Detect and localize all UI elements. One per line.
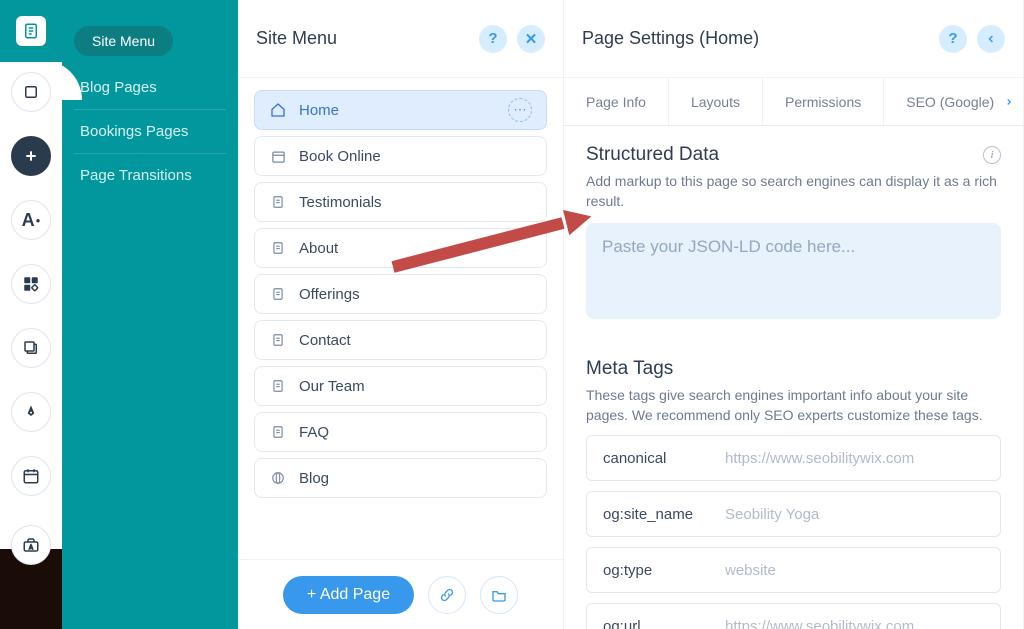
- page-item-book-online[interactable]: Book Online: [254, 136, 547, 176]
- page-item-label: Blog: [299, 470, 329, 487]
- side-menu-link-bookings-pages[interactable]: Bookings Pages: [74, 110, 226, 154]
- svg-text:A: A: [29, 545, 33, 551]
- pages-icon: [16, 16, 46, 46]
- page-item-label: Book Online: [299, 148, 381, 165]
- info-icon[interactable]: i: [983, 146, 1001, 164]
- meta-key: og:site_name: [603, 506, 703, 523]
- side-menu-link-page-transitions[interactable]: Page Transitions: [74, 154, 226, 197]
- folder-tool-icon[interactable]: [480, 576, 518, 614]
- structured-data-title: Structured Data: [586, 144, 719, 166]
- page-settings-panel: Page Settings (Home) ? Page Info Layouts…: [564, 0, 1024, 629]
- meta-val: https://www.seobilitywix.com: [725, 618, 914, 629]
- json-ld-input[interactable]: [586, 223, 1001, 319]
- page-icon: [269, 423, 287, 441]
- page-item-blog[interactable]: Blog: [254, 458, 547, 498]
- home-icon: [269, 101, 287, 119]
- page-item-testimonials[interactable]: Testimonials: [254, 182, 547, 222]
- site-menu-panel: Site Menu ? ✕ Home ⋯ Book Online Testimo…: [238, 0, 564, 629]
- help-button[interactable]: ?: [479, 25, 507, 53]
- meta-key: og:type: [603, 562, 703, 579]
- meta-key: og:url: [603, 618, 703, 629]
- page-item-label: Offerings: [299, 286, 360, 303]
- page-item-label: Our Team: [299, 378, 365, 395]
- calendar-icon: [269, 147, 287, 165]
- structured-data-desc: Add markup to this page so search engine…: [586, 172, 1001, 211]
- side-menu: Site Menu Blog Pages Bookings Pages Page…: [62, 0, 238, 629]
- page-list: Home ⋯ Book Online Testimonials About: [238, 78, 563, 510]
- rail-section-icon[interactable]: [11, 72, 51, 112]
- rail-briefcase-icon[interactable]: A: [11, 525, 51, 565]
- back-button[interactable]: [977, 25, 1005, 53]
- page-item-home[interactable]: Home ⋯: [254, 90, 547, 130]
- page-item-options-icon[interactable]: ⋯: [508, 98, 532, 122]
- page-item-label: About: [299, 240, 338, 257]
- page-icon: [269, 377, 287, 395]
- side-menu-link-blog-pages[interactable]: Blog Pages: [74, 66, 226, 110]
- page-icon: [269, 285, 287, 303]
- rail-active-app[interactable]: [0, 0, 62, 62]
- page-item-our-team[interactable]: Our Team: [254, 366, 547, 406]
- meta-row-og-url[interactable]: og:url https://www.seobilitywix.com: [586, 603, 1001, 629]
- meta-val: https://www.seobilitywix.com: [725, 450, 914, 467]
- add-page-button[interactable]: + Add Page: [283, 576, 414, 614]
- settings-body: Structured Data i Add markup to this pag…: [564, 126, 1023, 629]
- link-tool-icon[interactable]: [428, 576, 466, 614]
- tab-layouts[interactable]: Layouts: [668, 78, 762, 125]
- icon-rail: A● A: [0, 0, 62, 629]
- page-settings-title: Page Settings (Home): [582, 28, 759, 49]
- meta-tags-title: Meta Tags: [586, 358, 1001, 380]
- meta-val: website: [725, 562, 776, 579]
- page-item-label: FAQ: [299, 424, 329, 441]
- link-icon: [269, 469, 287, 487]
- page-item-faq[interactable]: FAQ: [254, 412, 547, 452]
- rail-calendar-icon[interactable]: [11, 456, 51, 496]
- page-item-label: Testimonials: [299, 194, 382, 211]
- site-menu-title: Site Menu: [256, 28, 337, 49]
- meta-row-canonical[interactable]: canonical https://www.seobilitywix.com: [586, 435, 1001, 481]
- meta-row-og-site-name[interactable]: og:site_name Seobility Yoga: [586, 491, 1001, 537]
- site-menu-footer: + Add Page: [238, 559, 563, 629]
- rail-add-icon[interactable]: [11, 136, 51, 176]
- page-item-contact[interactable]: Contact: [254, 320, 547, 360]
- site-menu-header: Site Menu ? ✕: [238, 0, 563, 78]
- page-icon: [269, 239, 287, 257]
- tabs-scroll-right-icon[interactable]: [995, 78, 1023, 125]
- side-menu-pill[interactable]: Site Menu: [74, 26, 173, 56]
- page-item-offerings[interactable]: Offerings: [254, 274, 547, 314]
- page-icon: [269, 193, 287, 211]
- page-settings-header: Page Settings (Home) ?: [564, 0, 1023, 78]
- tab-page-info[interactable]: Page Info: [564, 78, 668, 125]
- settings-tabs: Page Info Layouts Permissions SEO (Googl…: [564, 78, 1023, 126]
- page-item-label: Contact: [299, 332, 351, 349]
- help-button[interactable]: ?: [939, 25, 967, 53]
- rail-pen-icon[interactable]: [11, 392, 51, 432]
- close-button[interactable]: ✕: [517, 25, 545, 53]
- meta-key: canonical: [603, 450, 703, 467]
- tab-permissions[interactable]: Permissions: [762, 78, 883, 125]
- meta-val: Seobility Yoga: [725, 506, 819, 523]
- page-item-label: Home: [299, 102, 339, 119]
- rail-layers-icon[interactable]: [11, 328, 51, 368]
- rail-bottom: A: [0, 549, 62, 629]
- rail-text-style-icon[interactable]: A●: [11, 200, 51, 240]
- rail-widgets-icon[interactable]: [11, 264, 51, 304]
- page-item-about[interactable]: About: [254, 228, 547, 268]
- meta-tags-desc: These tags give search engines important…: [586, 386, 1001, 425]
- page-icon: [269, 331, 287, 349]
- meta-row-og-type[interactable]: og:type website: [586, 547, 1001, 593]
